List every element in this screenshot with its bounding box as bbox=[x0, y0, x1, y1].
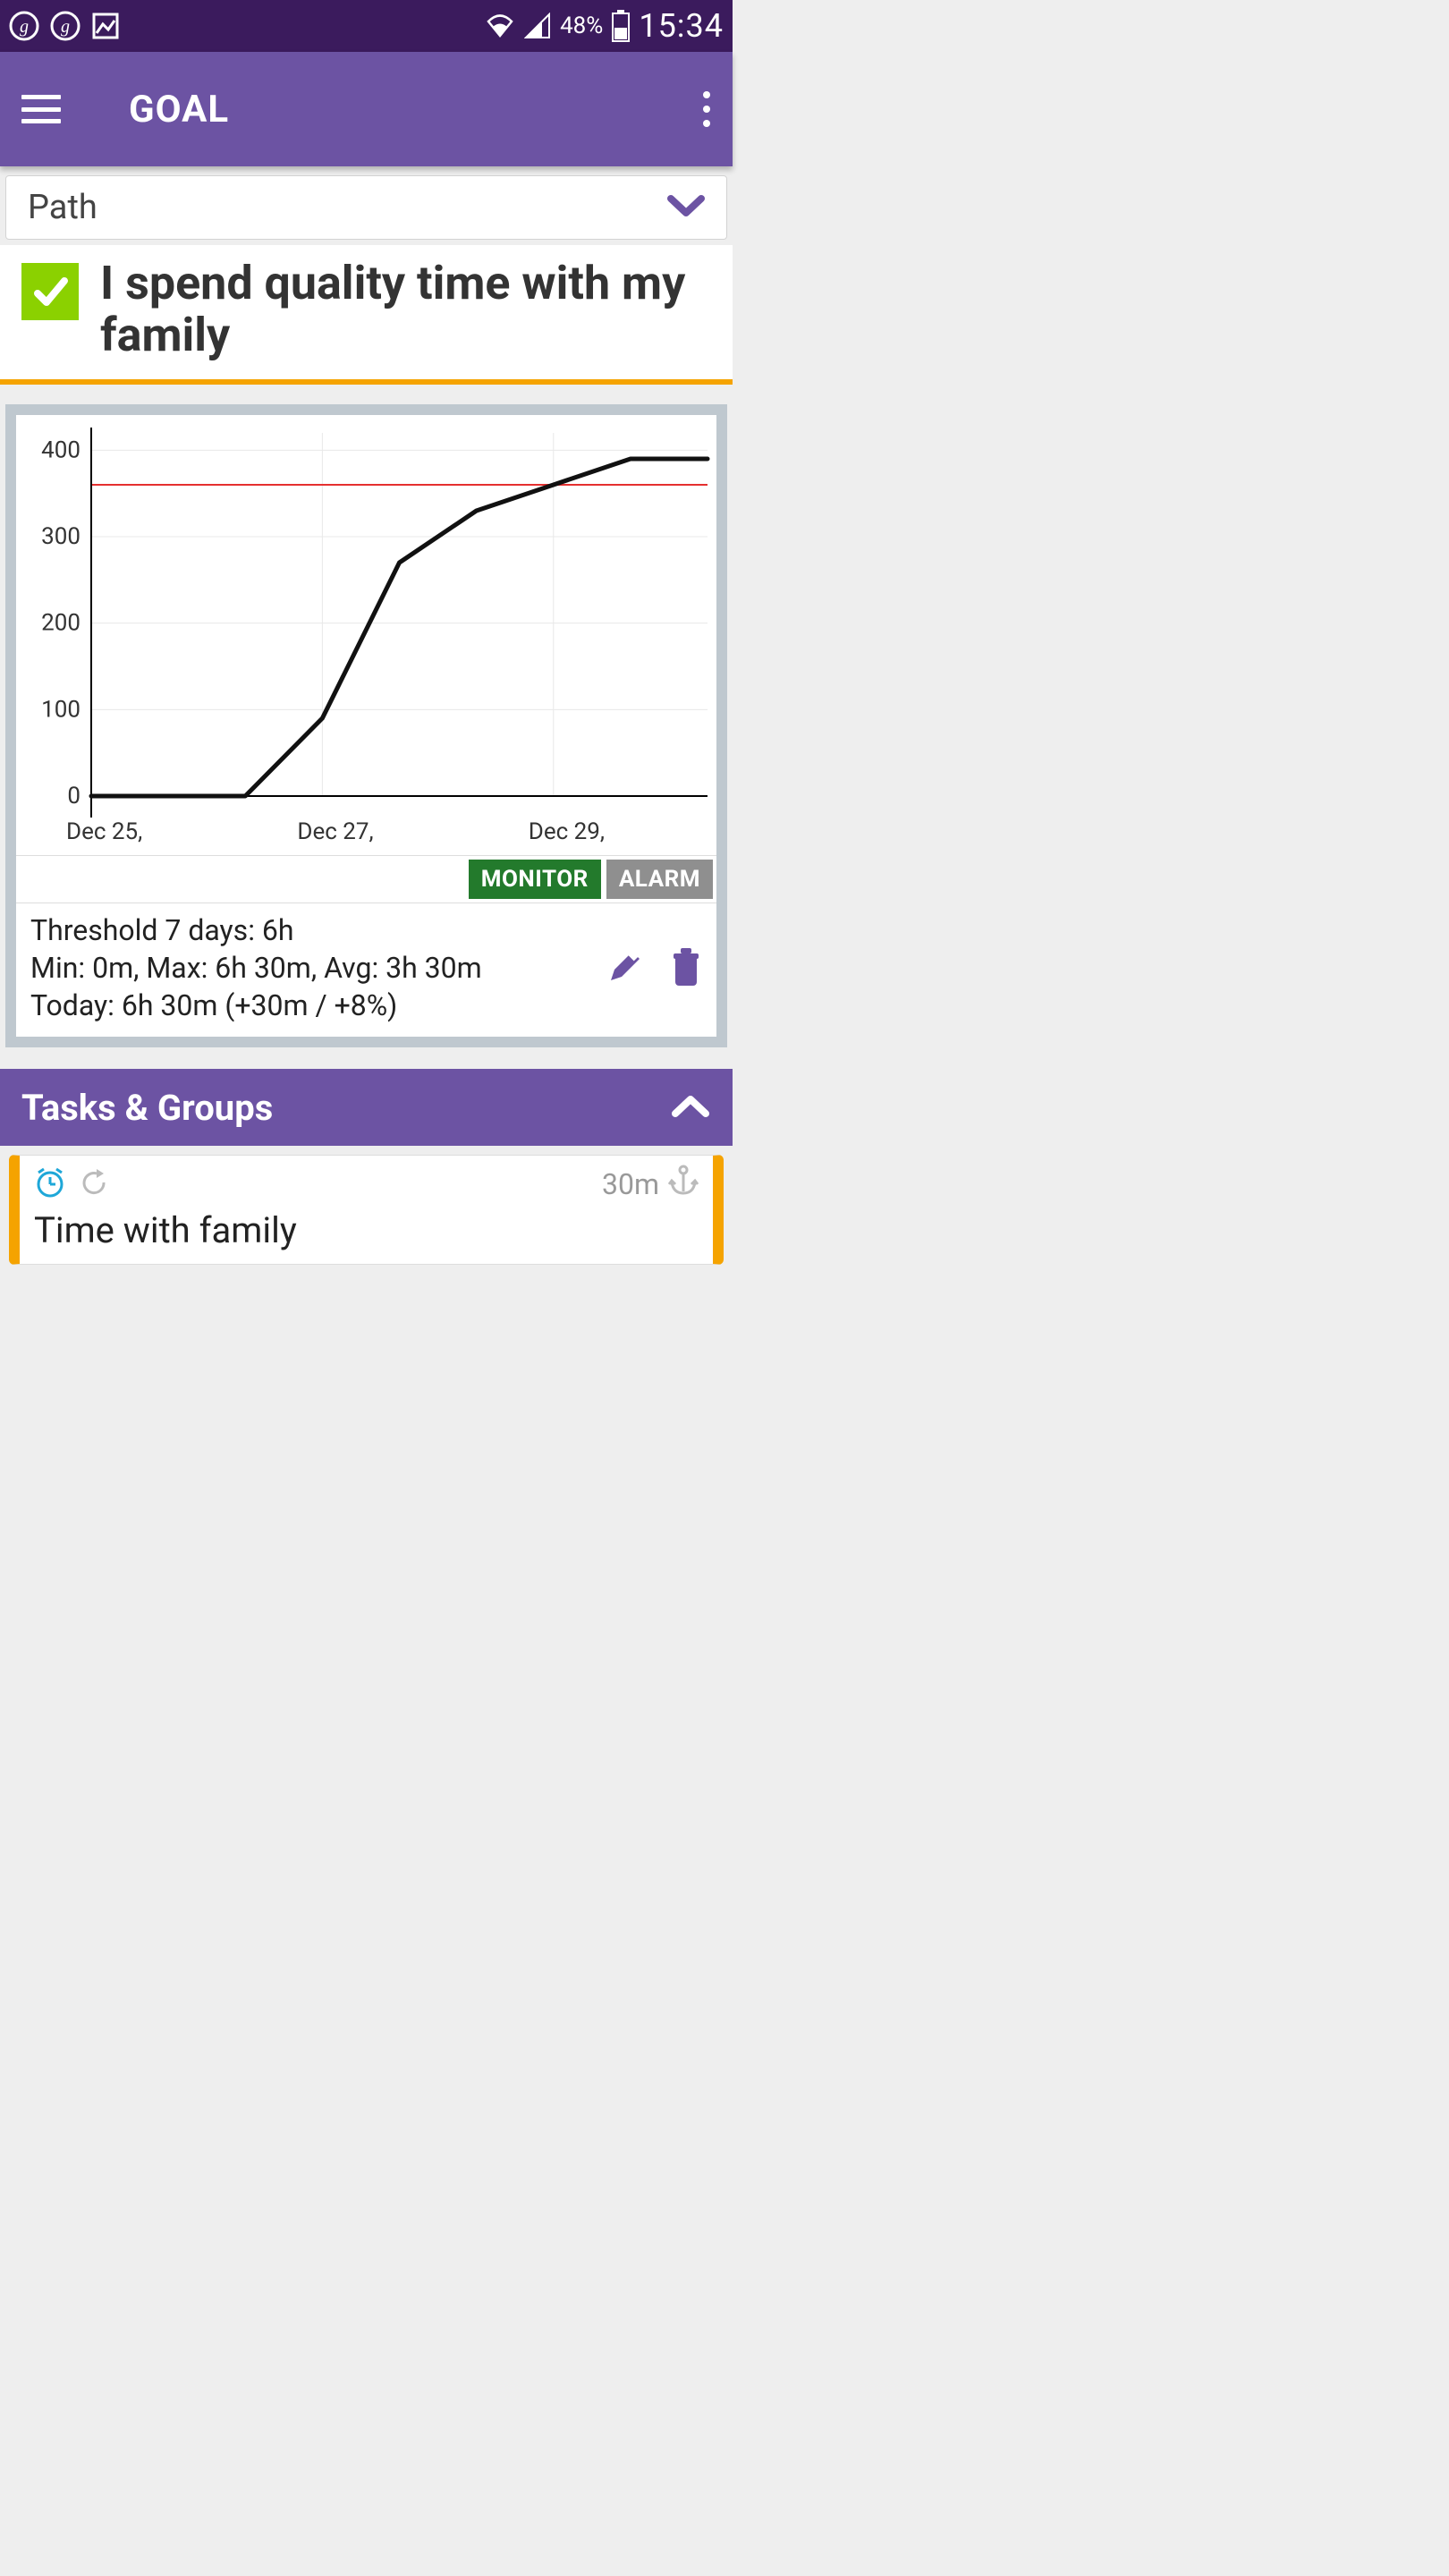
path-dropdown[interactable]: Path bbox=[5, 175, 727, 240]
svg-text:400: 400 bbox=[41, 437, 80, 464]
task-card[interactable]: 30m Time with family bbox=[9, 1155, 724, 1265]
svg-text:100: 100 bbox=[41, 697, 80, 724]
svg-text:Dec 27,: Dec 27, bbox=[297, 818, 373, 845]
svg-text:g: g bbox=[20, 17, 29, 37]
goal-header: I spend quality time with my family bbox=[0, 245, 733, 385]
goal-checkbox[interactable] bbox=[21, 263, 79, 320]
battery-icon bbox=[612, 10, 630, 42]
chevron-down-icon bbox=[667, 193, 705, 222]
monitor-button[interactable]: MONITOR bbox=[469, 860, 601, 899]
page-title: GOAL bbox=[129, 88, 229, 131]
image-icon bbox=[91, 12, 120, 40]
tasks-section-header[interactable]: Tasks & Groups bbox=[0, 1069, 733, 1146]
delete-icon[interactable] bbox=[670, 948, 702, 989]
overflow-menu-icon[interactable] bbox=[702, 91, 711, 127]
svg-text:Dec 29,: Dec 29, bbox=[529, 818, 605, 845]
wifi-icon bbox=[485, 13, 515, 39]
anchor-icon bbox=[668, 1165, 699, 1204]
task-title: Time with family bbox=[34, 1209, 699, 1251]
stats-minmax: Min: 0m, Max: 6h 30m, Avg: 3h 30m bbox=[30, 950, 482, 987]
tasks-section-label: Tasks & Groups bbox=[21, 1087, 273, 1129]
signal-icon bbox=[524, 13, 551, 39]
app-bar: GOAL bbox=[0, 52, 733, 166]
alarm-button[interactable]: ALARM bbox=[606, 860, 713, 899]
chart-card: 0 100 200 300 400 Dec 25, Dec 27, Dec 29, MONIT… bbox=[5, 404, 727, 1047]
edit-icon[interactable] bbox=[606, 948, 643, 989]
alarm-clock-icon bbox=[34, 1166, 66, 1202]
chart-stats: Threshold 7 days: 6h Min: 0m, Max: 6h 30… bbox=[16, 903, 716, 1037]
menu-icon[interactable] bbox=[21, 95, 61, 123]
svg-text:0: 0 bbox=[67, 783, 80, 809]
svg-text:200: 200 bbox=[41, 610, 80, 637]
battery-percent: 48% bbox=[560, 13, 603, 39]
svg-text:g: g bbox=[61, 17, 70, 37]
svg-text:300: 300 bbox=[41, 523, 80, 550]
repeat-icon bbox=[79, 1167, 109, 1201]
path-dropdown-label: Path bbox=[28, 188, 97, 227]
chart-area[interactable]: 0 100 200 300 400 Dec 25, Dec 27, Dec 29, bbox=[16, 415, 716, 855]
status-bar: g g 48% 15:34 bbox=[0, 0, 733, 52]
svg-text:Dec 25,: Dec 25, bbox=[66, 818, 142, 845]
app-icon: g bbox=[9, 11, 39, 41]
stats-threshold: Threshold 7 days: 6h bbox=[30, 912, 482, 950]
chevron-up-icon bbox=[670, 1092, 711, 1123]
goal-title: I spend quality time with my family bbox=[100, 258, 711, 361]
task-duration: 30m bbox=[602, 1167, 659, 1201]
clock-time: 15:34 bbox=[639, 7, 724, 45]
stats-today: Today: 6h 30m (+30m / +8%) bbox=[30, 987, 482, 1025]
app-icon: g bbox=[50, 11, 80, 41]
